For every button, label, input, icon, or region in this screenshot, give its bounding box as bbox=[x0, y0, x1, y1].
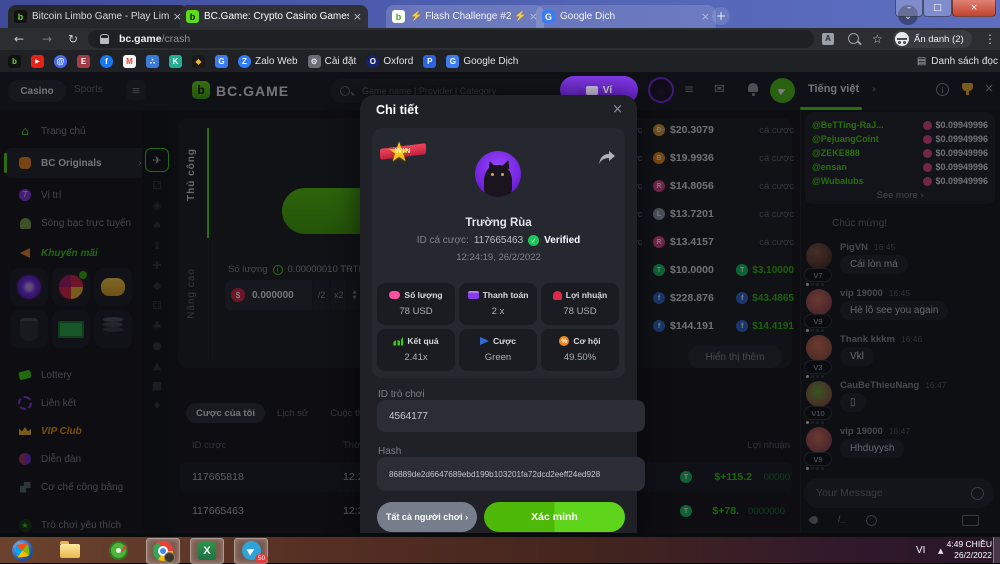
bookmark-gmail[interactable]: M bbox=[123, 55, 136, 68]
clock-date: 26/2/2022 bbox=[954, 550, 992, 560]
person-icon bbox=[553, 291, 562, 300]
clock-time: 4:49 CHIỀU bbox=[947, 539, 992, 549]
bcgame-page: Casino Sports ≡ b BC.GAME TRTL ⌄ Ví ≡ ✉ … bbox=[0, 72, 1000, 533]
explorer-button[interactable] bbox=[54, 539, 86, 563]
forward-icon[interactable]: → bbox=[42, 28, 52, 50]
hash-field[interactable] bbox=[377, 457, 645, 491]
chrome-button[interactable] bbox=[146, 538, 180, 564]
reading-list[interactable]: ▤ Danh sách đọc bbox=[917, 56, 998, 67]
modal-close-icon[interactable]: × bbox=[612, 102, 623, 117]
tab-title: BC.Game: Crypto Casino Games bbox=[204, 11, 349, 22]
wallet-icon bbox=[586, 86, 598, 95]
minimize-button[interactable]: – bbox=[895, 0, 923, 17]
bcgame-favicon: b bbox=[186, 10, 199, 23]
tab-google-translate[interactable]: G Google Dịch × bbox=[536, 5, 716, 28]
telegram-plane-icon: ▶ bbox=[245, 544, 256, 556]
translate-favicon: G bbox=[542, 10, 555, 23]
reload-icon[interactable]: ↻ bbox=[68, 28, 78, 50]
new-tab-button[interactable]: + bbox=[712, 7, 730, 25]
lock-icon-body bbox=[100, 38, 109, 44]
bcgame-light-favicon: b bbox=[392, 10, 405, 23]
bookmark-messenger[interactable]: @ bbox=[54, 55, 67, 68]
bookmark-facebook[interactable]: f bbox=[100, 55, 113, 68]
bookmarks-bar: b ▶ @ E f M ∴ K ◆ G Z Zalo Web ⚙ Cài đặt… bbox=[0, 50, 1000, 73]
verified-icon: ✓ bbox=[528, 235, 539, 246]
profile-label: Ẩn danh (2) bbox=[914, 34, 964, 45]
url-host: bc.game bbox=[119, 33, 162, 45]
player-name[interactable]: Trường Rùa bbox=[360, 217, 637, 229]
bookmark-binance[interactable]: ◆ bbox=[192, 55, 205, 68]
maximize-button[interactable]: □ bbox=[923, 0, 952, 17]
bet-detail-modal: Chi tiết × ★ WIN Trường Rùa ID cá cược: … bbox=[360, 95, 637, 533]
bookmark-zalo[interactable]: Z Zalo Web bbox=[238, 55, 298, 68]
stat-odds: %Cơ hội 49.50% bbox=[541, 329, 619, 371]
chart-icon bbox=[393, 337, 403, 346]
address-bar[interactable]: bc.game /crash bbox=[88, 30, 814, 48]
bookmark-p-site[interactable]: P bbox=[423, 55, 436, 68]
tab-limbo[interactable]: b Bitcoin Limbo Game - Play Limbo × bbox=[8, 5, 188, 28]
bcgame-favicon: b bbox=[14, 10, 27, 23]
bookmark-translate[interactable]: G bbox=[215, 55, 228, 68]
stat-payout: Thanh toán 2 x bbox=[459, 283, 537, 325]
hash-label: Hash bbox=[378, 446, 401, 457]
browser-titlebar: b Bitcoin Limbo Game - Play Limbo × b BC… bbox=[0, 0, 1000, 28]
stat-bet: Cược Green bbox=[459, 329, 537, 371]
incognito-icon bbox=[895, 32, 909, 46]
stat-profit: Lợi nhuận 78 USD bbox=[541, 283, 619, 325]
bookmark-evernote[interactable]: E bbox=[77, 55, 90, 68]
stat-amount: Số lượng 78 USD bbox=[377, 283, 455, 325]
bookmark-youtube[interactable]: ▶ bbox=[31, 55, 44, 68]
tab-title: Bitcoin Limbo Game - Play Limbo bbox=[32, 11, 169, 22]
bookmark-settings[interactable]: ⚙ Cài đặt bbox=[308, 55, 357, 68]
taskbar: X ▶ 50 VI ▲ 4:49 CHIỀU 26/2/2022 bbox=[0, 537, 1000, 563]
tab-close-icon[interactable]: × bbox=[701, 10, 710, 23]
verify-button[interactable]: Xác minh bbox=[484, 502, 625, 532]
url-path: /crash bbox=[162, 33, 191, 45]
window-controls: – □ × bbox=[895, 0, 996, 17]
close-window-button[interactable]: × bbox=[952, 0, 996, 17]
show-desktop-button[interactable] bbox=[993, 537, 1000, 563]
clock[interactable]: 4:49 CHIỀU 26/2/2022 bbox=[944, 539, 992, 561]
profile-chip[interactable]: Ẩn danh (2) bbox=[893, 30, 972, 48]
zoom-icon-handle bbox=[857, 40, 862, 45]
player-avatar[interactable] bbox=[475, 151, 521, 197]
tab-title: ⚡ Flash Challenge #2 ⚡ - Flash Ch bbox=[410, 11, 525, 22]
tab-bcgame-active[interactable]: b BC.Game: Crypto Casino Games × bbox=[180, 5, 368, 28]
telegram-button[interactable]: ▶ 50 bbox=[234, 538, 268, 564]
all-players-button[interactable]: Tất cả người chơi › bbox=[377, 502, 477, 532]
piggy-icon bbox=[389, 291, 400, 299]
wallet-card-icon bbox=[468, 291, 479, 299]
bookmark-oxford[interactable]: O Oxford bbox=[366, 55, 413, 68]
bet-datetime: 12:24:19, 26/2/2022 bbox=[360, 252, 637, 263]
bookmark-bcgame[interactable]: b bbox=[8, 55, 21, 68]
win-badge: ★ WIN bbox=[382, 137, 424, 173]
notification-badge: 50 bbox=[255, 554, 268, 563]
bookmark-google-dich[interactable]: G Google Dịch bbox=[446, 55, 518, 68]
browser-toolbar: ← → ↻ bc.game /crash A ☆ Ẩn danh (2) ⋮ bbox=[0, 28, 1000, 50]
green-disc-app-button[interactable] bbox=[102, 539, 134, 563]
percent-icon: % bbox=[559, 336, 569, 346]
game-id-field[interactable] bbox=[377, 400, 645, 432]
excel-button[interactable]: X bbox=[190, 538, 224, 564]
tab-close-icon[interactable]: × bbox=[353, 10, 362, 23]
bookmark-share[interactable]: ∴ bbox=[146, 55, 159, 68]
tab-flash-challenge[interactable]: b ⚡ Flash Challenge #2 ⚡ - Flash Ch × bbox=[386, 5, 544, 28]
bet-id-row: ID cá cược: 117665463 ✓ Verified bbox=[360, 235, 637, 246]
translate-page-icon[interactable]: A bbox=[822, 33, 834, 45]
language-indicator[interactable]: VI bbox=[916, 545, 925, 556]
game-id-label: ID trò chơi bbox=[378, 389, 425, 400]
back-icon[interactable]: ← bbox=[14, 28, 24, 50]
tab-title: Google Dịch bbox=[560, 11, 697, 22]
bookmark-star-icon[interactable]: ☆ bbox=[872, 28, 883, 50]
stat-result: Kết quả 2.41x bbox=[377, 329, 455, 371]
browser-menu-icon[interactable]: ⋮ bbox=[984, 28, 996, 50]
flag-icon bbox=[480, 337, 489, 345]
start-button[interactable] bbox=[6, 539, 38, 563]
share-icon[interactable] bbox=[599, 151, 615, 165]
bookmark-kucoin[interactable]: K bbox=[169, 55, 182, 68]
modal-title: Chi tiết bbox=[376, 103, 418, 117]
tray-chevron-icon[interactable]: ▲ bbox=[938, 547, 943, 555]
